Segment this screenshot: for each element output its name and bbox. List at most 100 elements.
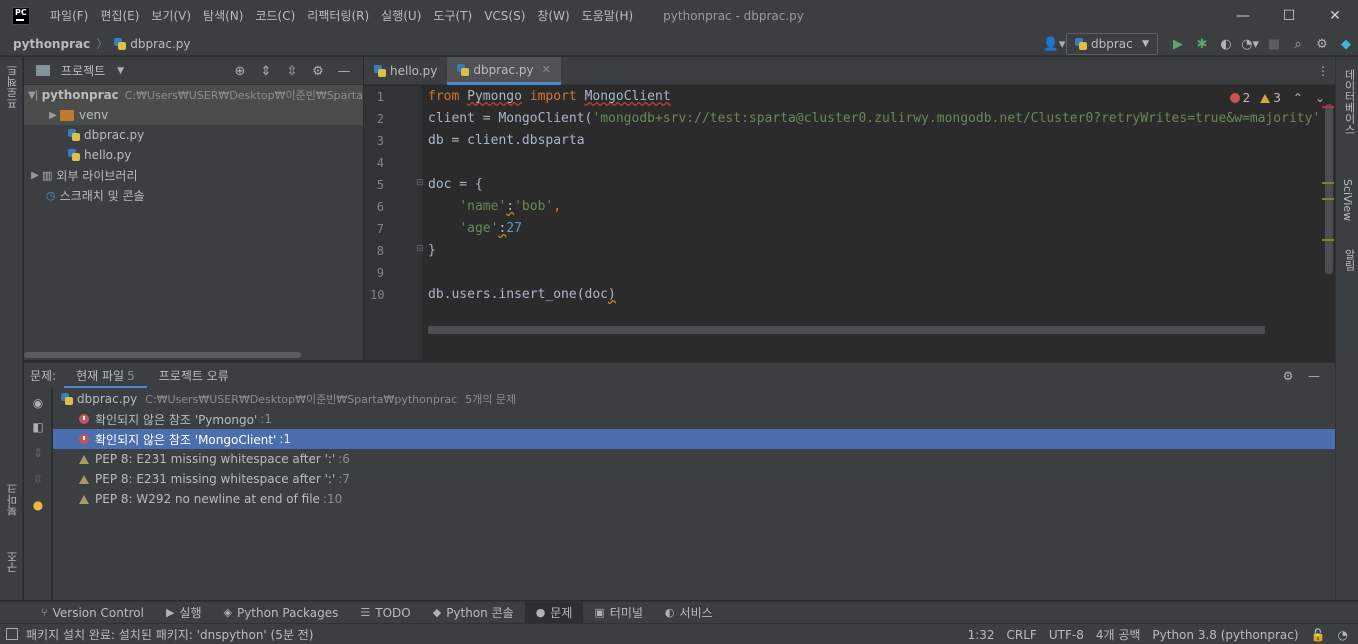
hide-panel-icon[interactable]: — — [331, 64, 357, 79]
tool-python-console[interactable]: ◆ Python 콘솔 — [422, 602, 525, 624]
tool-run[interactable]: ▶ 실행 — [155, 602, 213, 624]
tab-dbprac-py[interactable]: dbprac.py ✕ — [447, 57, 561, 85]
gear-icon[interactable]: ⚙ — [305, 64, 331, 79]
code-token: } — [428, 243, 436, 258]
minimize-button[interactable]: — — [1220, 0, 1266, 32]
close-window-button[interactable]: ✕ — [1312, 0, 1358, 32]
expand-all-icon[interactable]: ⇕ — [30, 446, 46, 462]
chevron-down-icon[interactable]: ▼ — [117, 66, 124, 76]
inspection-widget[interactable]: 2 3 ⌃ ⌄ — [1229, 88, 1325, 108]
code-editor[interactable]: 1 2 3 4 5 6 7 8 9 10 ⊟ ⊟ from Pymongo im… — [364, 86, 1335, 360]
debug-icon[interactable]: ✱ — [1190, 32, 1214, 56]
menu-tools[interactable]: 도구(T) — [427, 0, 478, 32]
line-separator[interactable]: CRLF — [1001, 628, 1043, 642]
chevron-down-icon[interactable]: ▼ — [28, 90, 36, 101]
notifications-tool-tab[interactable]: 알림 — [1341, 249, 1357, 271]
run-configuration-select[interactable]: dbprac ▼ — [1066, 33, 1158, 55]
warning-stripe-mark[interactable] — [1322, 198, 1334, 200]
sciview-tool-tab[interactable]: SciView — [1341, 179, 1354, 221]
locate-file-icon[interactable]: ⊕ — [227, 64, 253, 79]
tree-item-project-root[interactable]: ▼ pythonprac C:₩Users₩USER₩Desktop₩이준빈₩S… — [24, 85, 363, 105]
menu-code[interactable]: 코드(C) — [249, 0, 301, 32]
tab-label: 프로젝트 오류 — [158, 368, 229, 383]
editor-horizontal-scrollbar[interactable] — [428, 326, 1265, 334]
tab-project-errors[interactable]: 프로젝트 오류 — [147, 363, 241, 389]
tool-version-control[interactable]: ⑂ Version Control — [30, 602, 155, 624]
fold-close-icon[interactable]: ⊟ — [416, 244, 424, 254]
problem-row[interactable]: 확인되지 않은 참조 'Pymongo' :1 — [53, 409, 1335, 429]
lightbulb-icon[interactable]: ● — [30, 498, 46, 514]
problem-row[interactable]: PEP 8: W292 no newline at end of file :1… — [53, 489, 1335, 509]
coverage-icon[interactable]: ◐ — [1214, 32, 1238, 56]
tree-item-scratches[interactable]: ◷ 스크래치 및 콘솔 — [24, 185, 363, 205]
breadcrumb-file[interactable]: dbprac.py — [130, 37, 190, 51]
tree-item-hello[interactable]: hello.py — [24, 145, 363, 165]
tool-problems[interactable]: ● 문제 — [524, 601, 584, 624]
problem-row-selected[interactable]: 확인되지 않은 참조 'MongoClient' :1 — [53, 429, 1335, 449]
tool-todo[interactable]: ☰ TODO — [349, 602, 421, 624]
search-icon[interactable]: ⌕ — [1286, 32, 1310, 56]
user-account-icon[interactable]: 👤▾ — [1042, 32, 1066, 56]
collapse-all-icon[interactable]: ⇳ — [279, 64, 305, 79]
stop-icon[interactable]: ■ — [1262, 32, 1286, 56]
menu-view[interactable]: 보기(V) — [145, 0, 197, 32]
breadcrumb-project[interactable]: pythonprac — [13, 37, 90, 51]
caret-position[interactable]: 1:32 — [962, 628, 1001, 642]
editor-vertical-scrollbar[interactable] — [1325, 104, 1333, 274]
project-panel-title[interactable]: 프로젝트 — [61, 62, 105, 79]
preview-icon[interactable]: ◧ — [30, 420, 46, 436]
tool-python-packages[interactable]: ◈ Python Packages — [213, 602, 350, 624]
warning-stripe-mark[interactable] — [1322, 182, 1334, 184]
problem-row[interactable]: PEP 8: E231 missing whitespace after ':'… — [53, 449, 1335, 469]
menu-refactor[interactable]: 리팩터링(R) — [301, 0, 375, 32]
more-options-icon[interactable]: ⋮ — [1317, 57, 1329, 85]
file-encoding[interactable]: UTF-8 — [1043, 628, 1090, 642]
bookmarks-tool-tab[interactable]: 북마크 — [5, 483, 21, 516]
close-tab-icon[interactable]: ✕ — [542, 63, 551, 76]
expand-all-icon[interactable]: ⇕ — [253, 64, 279, 79]
menu-run[interactable]: 실행(U) — [375, 0, 427, 32]
hide-panel-icon[interactable]: — — [1301, 369, 1327, 383]
menu-vcs[interactable]: VCS(S) — [478, 0, 531, 32]
previous-problem-icon[interactable]: ⌃ — [1293, 91, 1303, 105]
collapse-all-icon[interactable]: ⇳ — [30, 472, 46, 488]
chevron-right-icon[interactable]: ▶ — [46, 110, 60, 121]
menu-navigate[interactable]: 탐색(N) — [197, 0, 249, 32]
menu-window[interactable]: 창(W) — [531, 0, 575, 32]
database-tool-tab[interactable]: 데이터베이스 — [1341, 69, 1357, 135]
tab-hello-py[interactable]: hello.py — [364, 57, 447, 85]
tree-item-external-libraries[interactable]: ▶ ▥ 외부 라이브러리 — [24, 165, 363, 185]
project-horizontal-scrollbar[interactable] — [24, 352, 301, 358]
tree-item-dbprac[interactable]: dbprac.py — [24, 125, 363, 145]
error-stripe-mark[interactable] — [1322, 106, 1334, 108]
python-interpreter[interactable]: Python 3.8 (pythonprac) — [1146, 628, 1304, 642]
eye-icon[interactable]: ◉ — [30, 396, 46, 412]
memory-indicator-icon[interactable]: ◔ — [1332, 628, 1358, 642]
gear-icon[interactable]: ⚙ — [1310, 32, 1334, 56]
fold-open-icon[interactable]: ⊟ — [416, 178, 424, 188]
chevron-right-icon[interactable]: ▶ — [28, 170, 42, 181]
menu-file[interactable]: 파일(F) — [44, 0, 94, 32]
warning-stripe-mark[interactable] — [1322, 239, 1334, 241]
code-area[interactable]: from Pymongo import MongoClient client =… — [428, 86, 1335, 360]
problems-file-row[interactable]: dbprac.py C:₩Users₩USER₩Desktop₩이준빈₩Spar… — [53, 389, 1335, 409]
problem-row[interactable]: PEP 8: E231 missing whitespace after ':'… — [53, 469, 1335, 489]
tool-windows-toggle-icon[interactable] — [6, 628, 18, 640]
tab-current-file[interactable]: 현재 파일 5 — [64, 363, 147, 389]
indent-setting[interactable]: 4개 공백 — [1090, 626, 1147, 643]
structure-tool-tab[interactable]: 구조 — [5, 551, 21, 573]
tree-item-venv[interactable]: ▶ venv — [24, 105, 363, 125]
menu-edit[interactable]: 편집(E) — [94, 0, 145, 32]
menu-help[interactable]: 도움말(H) — [576, 0, 640, 32]
gear-icon[interactable]: ⚙ — [1275, 369, 1301, 383]
lock-icon[interactable]: 🔓 — [1305, 628, 1332, 642]
tool-services[interactable]: ◐ 서비스 — [654, 602, 724, 624]
code-with-me-icon[interactable]: ◆ — [1334, 32, 1358, 56]
run-icon[interactable]: ▶ — [1166, 32, 1190, 56]
maximize-button[interactable]: ☐ — [1266, 0, 1312, 32]
tool-terminal[interactable]: ▣ 터미널 — [583, 602, 654, 624]
project-tool-tab[interactable]: 프로젝트 — [5, 65, 21, 109]
status-message[interactable]: 패키지 설치 완료: 설치된 패키지: 'dnspython' (5분 전) — [26, 626, 313, 643]
profile-icon[interactable]: ◔▾ — [1238, 32, 1262, 56]
next-problem-icon[interactable]: ⌄ — [1315, 91, 1325, 105]
